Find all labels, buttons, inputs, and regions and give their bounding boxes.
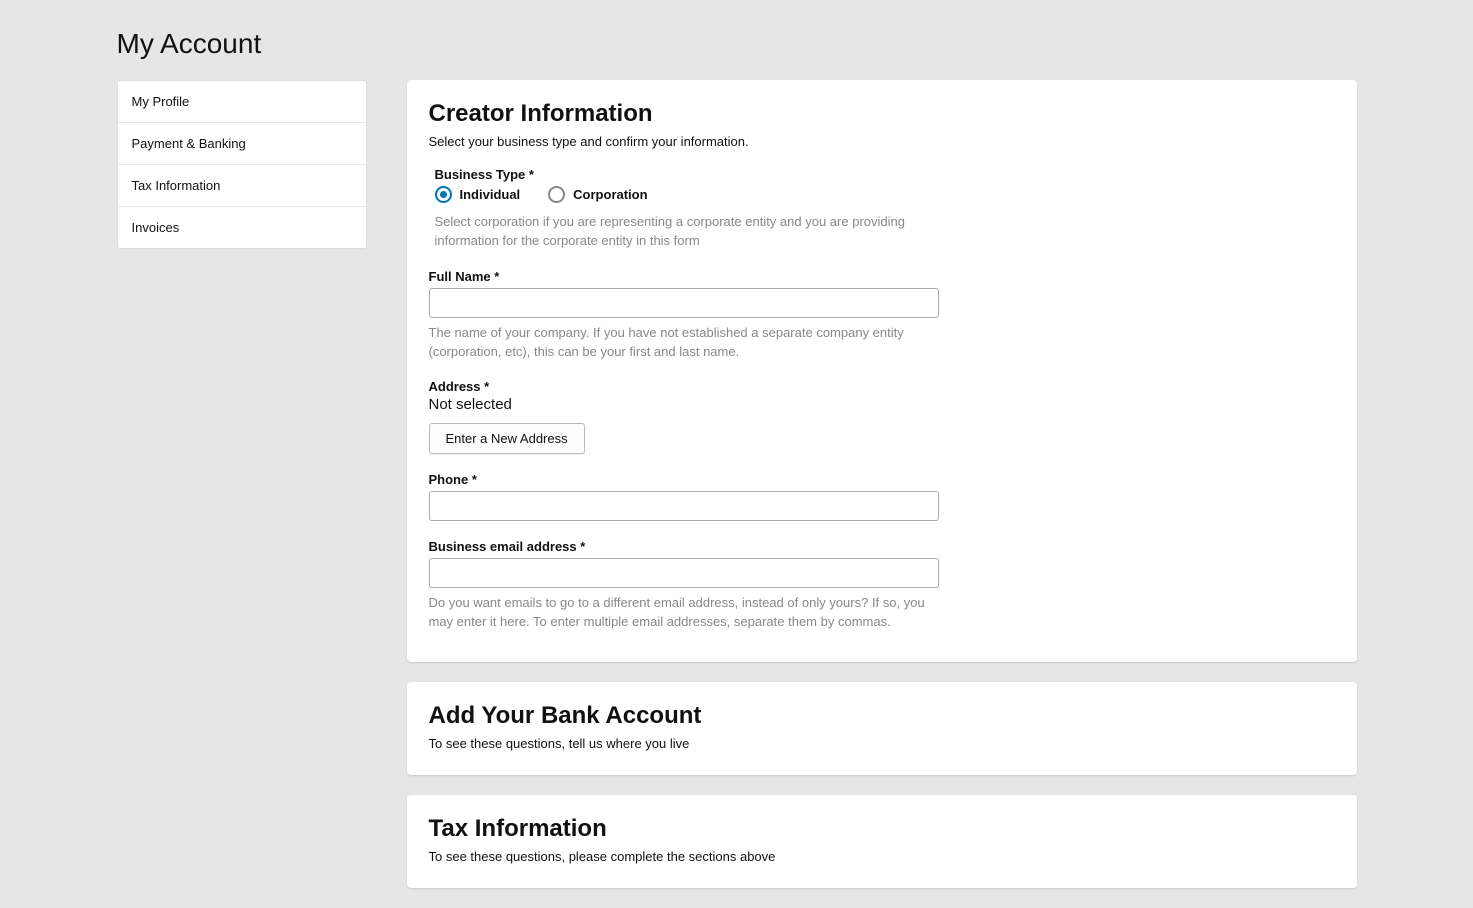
sidebar-item-payment-banking[interactable]: Payment & Banking [118,123,366,165]
radio-corporation[interactable]: Corporation [548,186,647,203]
phone-input[interactable] [429,491,939,521]
sidebar-item-label: My Profile [132,94,190,109]
account-sidebar: My Profile Payment & Banking Tax Informa… [117,80,367,249]
sidebar-item-invoices[interactable]: Invoices [118,207,366,248]
email-label: Business email address * [429,539,1335,554]
sidebar-item-label: Invoices [132,220,180,235]
radio-corporation-label: Corporation [573,187,647,202]
full-name-helper: The name of your company. If you have no… [429,324,949,362]
enter-new-address-button[interactable]: Enter a New Address [429,423,585,454]
sidebar-item-my-profile[interactable]: My Profile [118,81,366,123]
creator-card-title: Creator Information [429,100,1335,128]
full-name-label: Full Name * [429,269,1335,284]
creator-card-subtitle: Select your business type and confirm yo… [429,134,1335,149]
page-title: My Account [117,0,1357,80]
main-content: Creator Information Select your business… [407,80,1357,908]
radio-icon [548,186,565,203]
email-helper: Do you want emails to go to a different … [429,594,949,632]
bank-card-subtitle: To see these questions, tell us where yo… [429,736,1335,751]
email-field: Business email address * Do you want ema… [429,539,1335,632]
radio-individual-label: Individual [460,187,521,202]
tax-card-title: Tax Information [429,815,1335,843]
bank-card-title: Add Your Bank Account [429,702,1335,730]
radio-individual[interactable]: Individual [435,186,521,203]
address-label: Address * [429,379,1335,394]
email-input[interactable] [429,558,939,588]
business-type-helper: Select corporation if you are representi… [435,213,955,251]
business-type-label: Business Type * [435,167,1335,182]
bank-account-card: Add Your Bank Account To see these quest… [407,682,1357,775]
full-name-field: Full Name * The name of your company. If… [429,269,1335,362]
full-name-input[interactable] [429,288,939,318]
radio-icon [435,186,452,203]
business-type-field: Business Type * Individual Corporation S… [429,167,1335,251]
sidebar-item-label: Payment & Banking [132,136,246,151]
phone-label: Phone * [429,472,1335,487]
sidebar-item-label: Tax Information [132,178,221,193]
phone-field: Phone * [429,472,1335,521]
tax-information-card: Tax Information To see these questions, … [407,795,1357,888]
address-field: Address * Not selected Enter a New Addre… [429,379,1335,454]
creator-information-card: Creator Information Select your business… [407,80,1357,662]
tax-card-subtitle: To see these questions, please complete … [429,849,1335,864]
address-value: Not selected [429,396,1335,413]
sidebar-item-tax-information[interactable]: Tax Information [118,165,366,207]
